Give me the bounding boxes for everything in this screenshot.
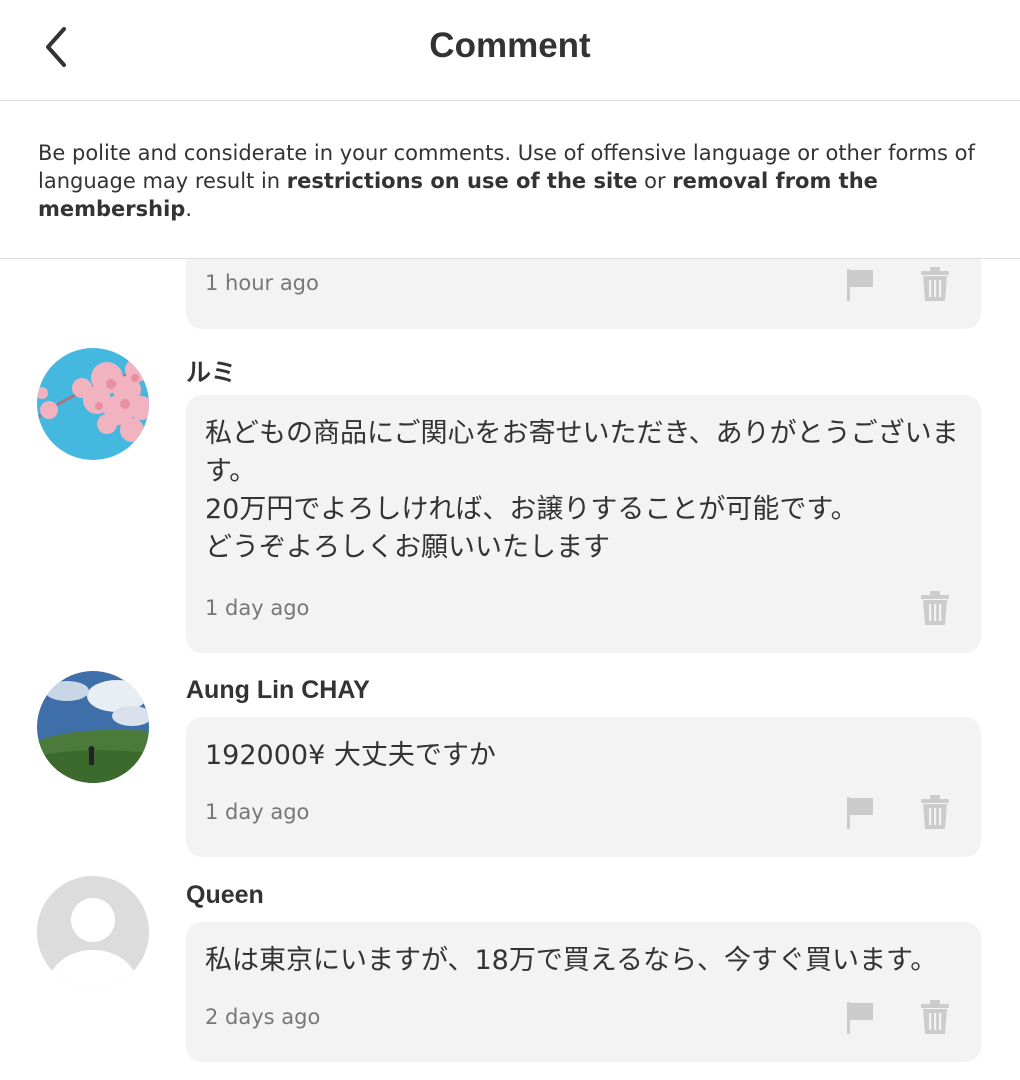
trash-icon[interactable] bbox=[920, 794, 950, 830]
notice-text-end: . bbox=[185, 197, 193, 221]
comment-bubble: 私どもの商品にご関心をお寄せいただき、ありがとうございます。 20万円でよろしけ… bbox=[186, 395, 981, 653]
comment-timestamp: 1 hour ago bbox=[205, 271, 319, 295]
flag-icon[interactable] bbox=[846, 796, 876, 830]
trash-icon[interactable] bbox=[920, 266, 950, 302]
page-title: Comment bbox=[429, 26, 591, 65]
comment-author[interactable]: Queen bbox=[186, 881, 264, 910]
landscape-avatar-image bbox=[37, 671, 149, 783]
cherry-blossom-avatar-image bbox=[37, 348, 149, 460]
notice-text-or: or bbox=[637, 169, 673, 193]
avatar[interactable] bbox=[37, 348, 149, 460]
comment-timestamp: 1 day ago bbox=[205, 800, 310, 824]
comment-author[interactable]: Aung Lin CHAY bbox=[186, 676, 370, 705]
trash-icon[interactable] bbox=[920, 999, 950, 1035]
comment-timestamp: 1 day ago bbox=[205, 596, 310, 620]
comment-bubble: 私は東京にいますが、18万で買えるなら、今すぐ買います。 2 days ago bbox=[186, 922, 981, 1062]
comment-text: 私どもの商品にご関心をお寄せいただき、ありがとうございます。 20万円でよろしけ… bbox=[205, 418, 959, 563]
avatar[interactable] bbox=[37, 876, 149, 988]
comment-text: 192000¥ 大丈夫ですか bbox=[205, 740, 496, 771]
trash-icon[interactable] bbox=[920, 590, 950, 626]
comment-bubble: 192000¥ 大丈夫ですか 1 day ago bbox=[186, 717, 981, 857]
comment-timestamp: 2 days ago bbox=[205, 1005, 321, 1029]
avatar[interactable] bbox=[37, 671, 149, 783]
comment-author[interactable]: ルミ bbox=[186, 353, 236, 389]
flag-icon[interactable] bbox=[846, 1001, 876, 1035]
comment-bubble: 1 hour ago bbox=[186, 259, 981, 329]
default-user-avatar-image bbox=[37, 876, 149, 988]
top-bar: Comment bbox=[0, 0, 1020, 101]
flag-icon[interactable] bbox=[846, 268, 876, 302]
notice-restriction-text: restrictions on use of the site bbox=[286, 169, 638, 193]
comment-text: 私は東京にいますが、18万で買えるなら、今すぐ買います。 bbox=[205, 945, 938, 976]
comment-list[interactable]: 1 hour ago ルミ 私どもの商品にご関心をお寄せいただき、ありがとうござ… bbox=[0, 259, 1020, 1080]
comment-policy-notice: Be polite and considerate in your commen… bbox=[0, 101, 1020, 259]
